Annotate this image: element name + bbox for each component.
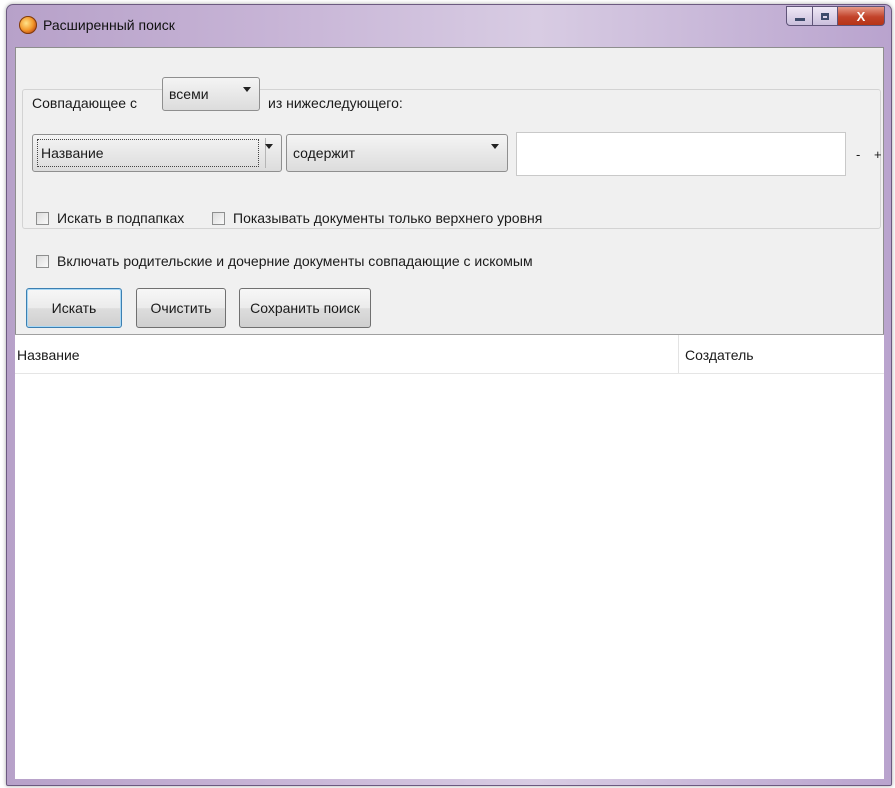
- results-list[interactable]: Название Создатель: [15, 334, 884, 779]
- search-button[interactable]: Искать: [26, 288, 122, 328]
- chevron-down-icon: [243, 87, 251, 92]
- firefox-icon: [19, 16, 37, 34]
- top-level-only-label: Показывать документы только верхнего уро…: [233, 210, 543, 226]
- include-parents-label: Включать родительские и дочерние докумен…: [57, 253, 533, 269]
- clear-button[interactable]: Очистить: [136, 288, 226, 328]
- field-value: Название: [41, 145, 104, 161]
- remove-criterion-button[interactable]: -: [856, 147, 860, 162]
- search-subfolders-checkbox[interactable]: [36, 211, 49, 225]
- match-prefix-label: Совпадающее с: [32, 95, 137, 111]
- minimize-icon: [794, 17, 805, 21]
- condition-value: содержит: [293, 145, 355, 161]
- dialog-body: Совпадающее с всеми из нижеследующего: Н…: [15, 47, 884, 779]
- top-level-only-checkbox[interactable]: [212, 211, 225, 225]
- add-criterion-button[interactable]: +: [874, 147, 882, 162]
- close-button[interactable]: X: [838, 6, 885, 26]
- results-header: Название Создатель: [15, 335, 884, 374]
- column-header-creator[interactable]: Создатель: [685, 347, 754, 363]
- advanced-search-window: Расширенный поиск X Совпадающее с всеми …: [6, 4, 892, 786]
- window-title: Расширенный поиск: [43, 17, 175, 33]
- maximize-icon: [821, 12, 829, 20]
- field-select[interactable]: Название: [32, 134, 282, 172]
- condition-select[interactable]: содержит: [286, 134, 508, 172]
- search-subfolders-label: Искать в подпапках: [57, 210, 185, 226]
- match-mode-value: всеми: [169, 86, 209, 102]
- window-controls: X: [786, 6, 885, 26]
- maximize-button[interactable]: [813, 6, 838, 26]
- column-header-name[interactable]: Название: [17, 347, 80, 363]
- title-bar[interactable]: Расширенный поиск X: [7, 5, 891, 47]
- minimize-button[interactable]: [786, 6, 813, 26]
- match-suffix-label: из нижеследующего:: [268, 95, 403, 111]
- save-search-button[interactable]: Сохранить поиск: [239, 288, 371, 328]
- search-value-input[interactable]: [516, 132, 846, 176]
- chevron-down-icon: [265, 144, 273, 149]
- chevron-down-icon: [491, 144, 499, 149]
- close-icon: X: [856, 8, 866, 24]
- search-subfolders-option[interactable]: Искать в подпапках: [36, 210, 184, 226]
- top-level-only-option[interactable]: Показывать документы только верхнего уро…: [212, 210, 542, 226]
- include-parents-option[interactable]: Включать родительские и дочерние докумен…: [36, 253, 533, 269]
- column-divider[interactable]: [678, 335, 679, 373]
- combo-separator: [265, 138, 266, 168]
- include-parents-checkbox[interactable]: [36, 254, 49, 268]
- match-mode-select[interactable]: всеми: [162, 77, 260, 111]
